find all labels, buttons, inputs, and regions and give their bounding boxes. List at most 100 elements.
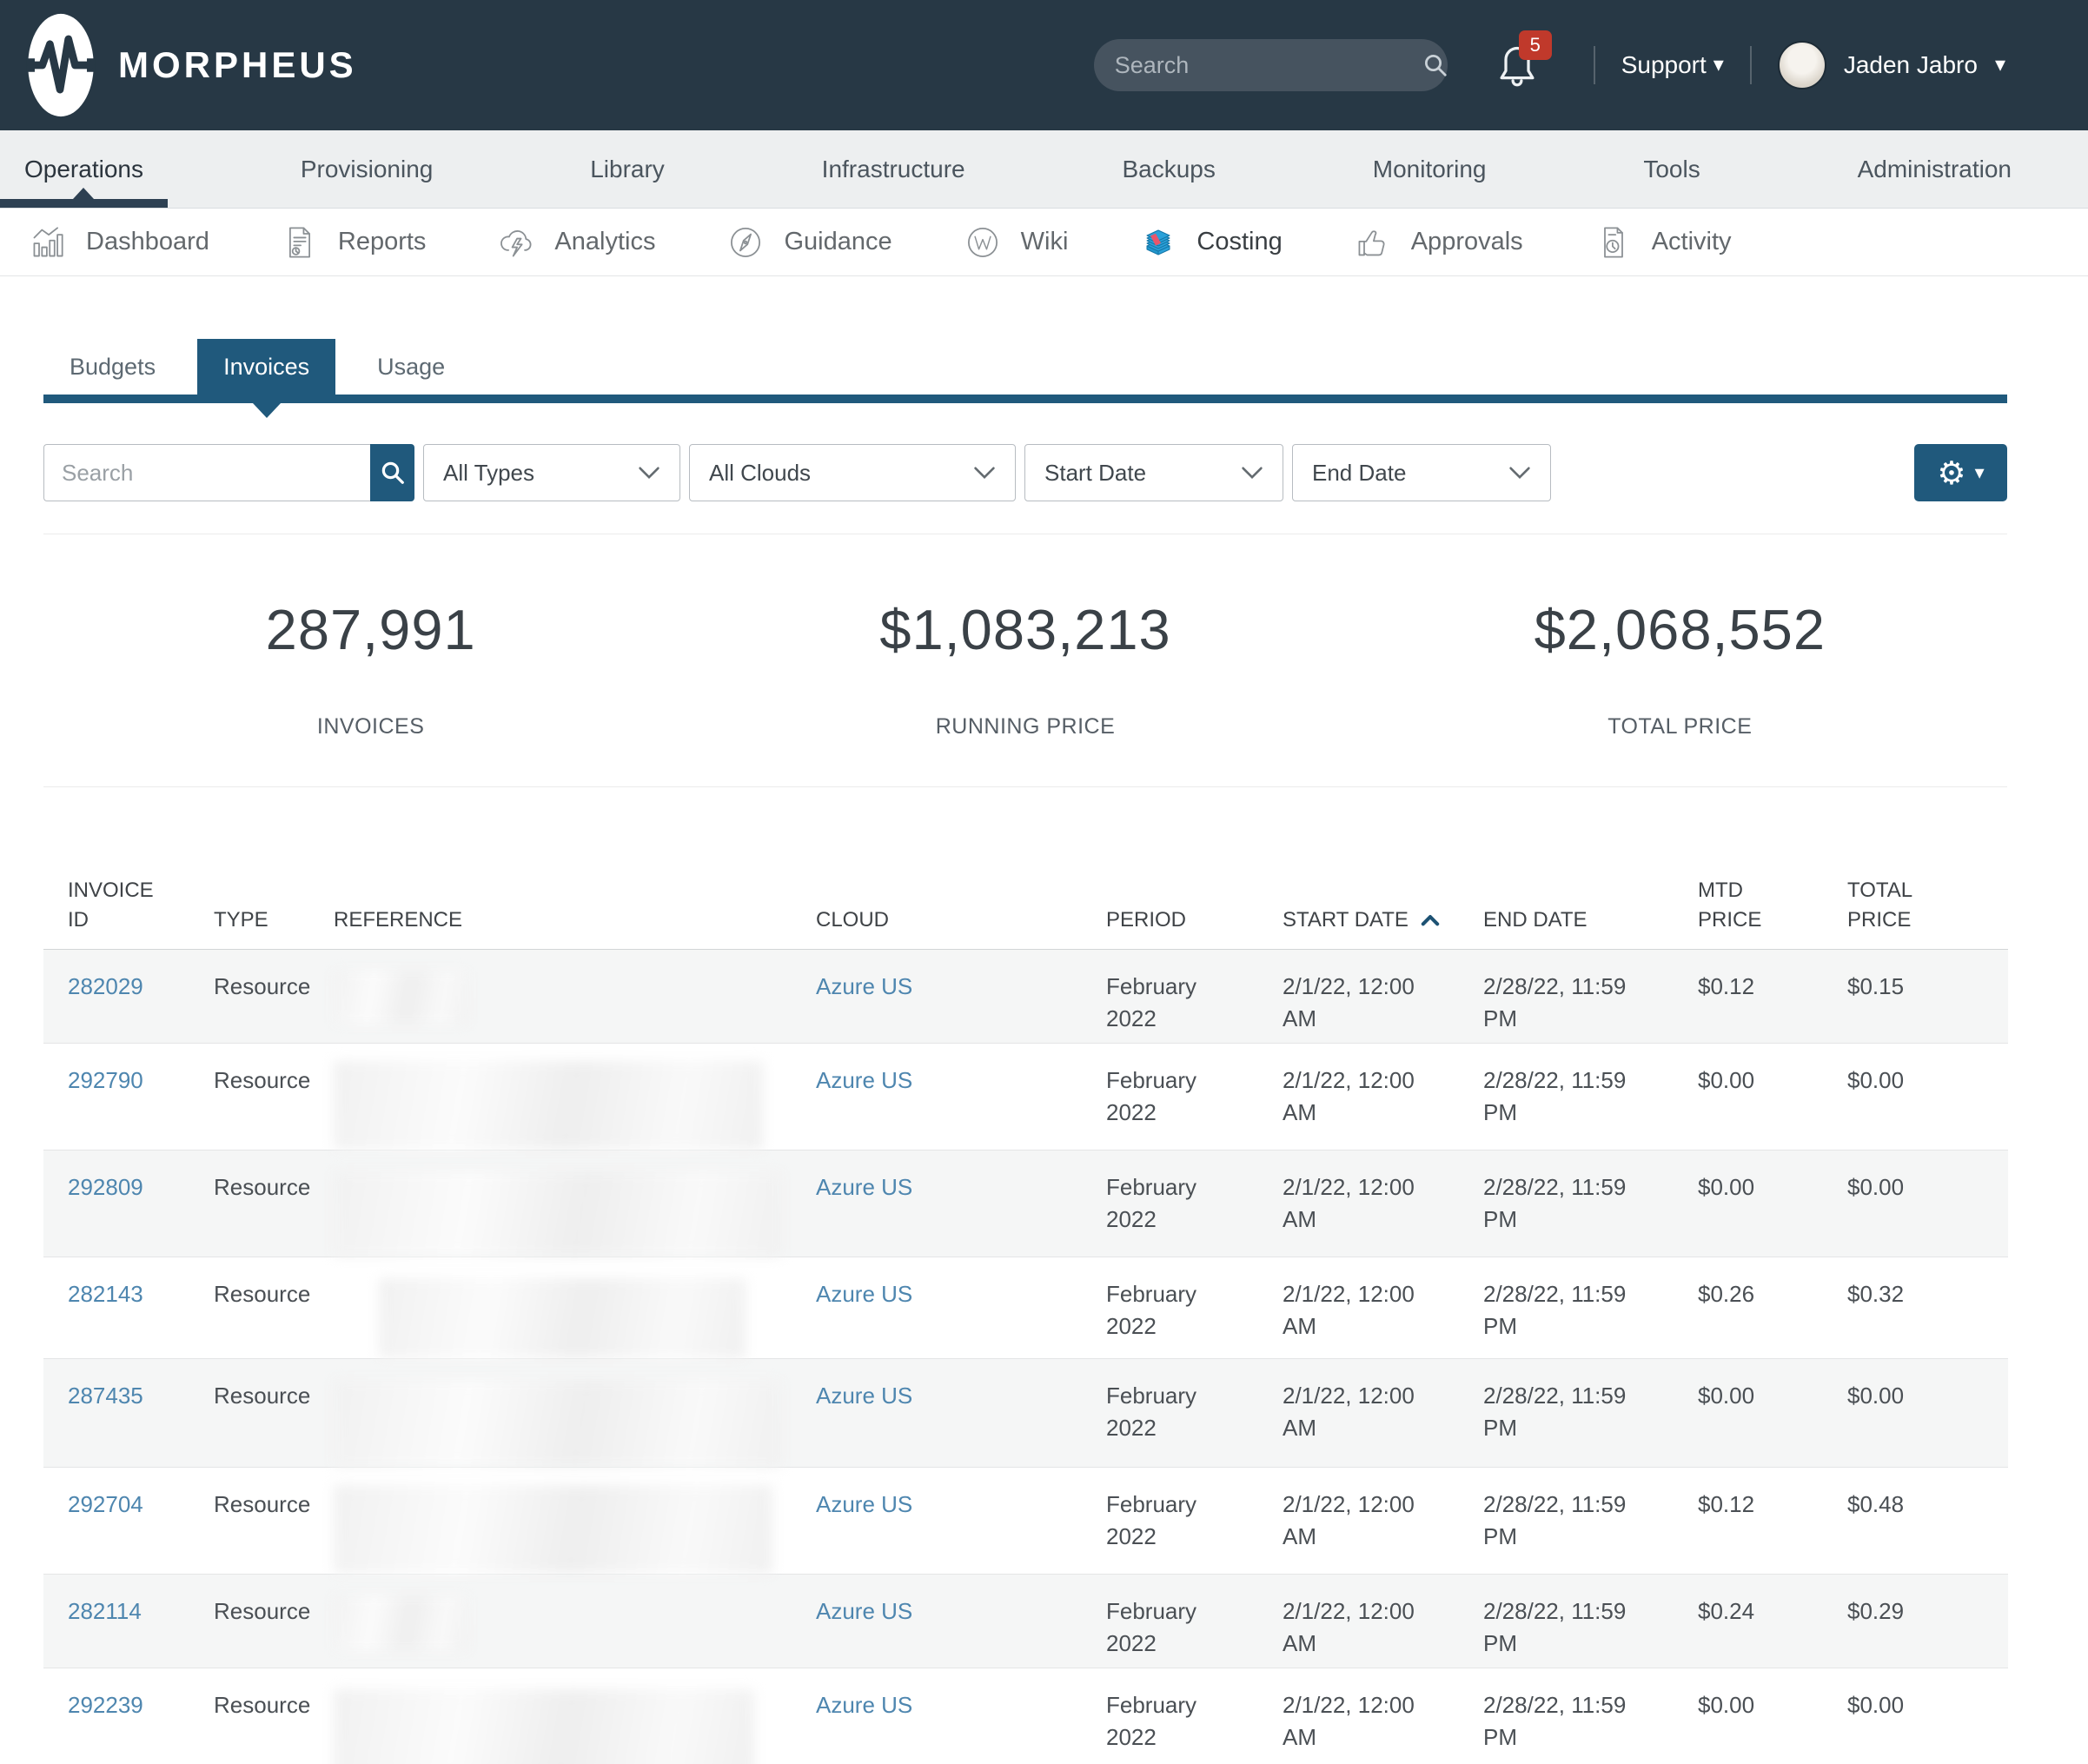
wiki-icon <box>965 225 1000 260</box>
table-row[interactable]: 282029ResourceAzure USFebruary 20222/1/2… <box>43 950 2008 1044</box>
tab-usage[interactable]: Usage <box>351 339 471 395</box>
start-date-cell: 2/1/22, 12:00 AM <box>1283 1575 1483 1668</box>
reports-icon <box>282 225 317 260</box>
invoice-search <box>43 444 414 501</box>
cloud-link[interactable]: Azure US <box>816 1067 912 1093</box>
table-row[interactable]: 282143ResourceAzure USFebruary 20222/1/2… <box>43 1257 2008 1359</box>
main-nav-item-administration[interactable]: Administration <box>1833 130 2036 208</box>
invoice-id-link[interactable]: 292239 <box>68 1692 143 1718</box>
invoice-id-cell: 282143 <box>43 1257 214 1359</box>
main-nav-item-infrastructure[interactable]: Infrastructure <box>798 130 990 208</box>
total-price-cell: $0.29 <box>1847 1575 2008 1668</box>
total-price-cell: $0.00 <box>1847 1668 2008 1764</box>
main-nav-item-library[interactable]: Library <box>566 130 689 208</box>
mtd-price-cell: $0.12 <box>1698 950 1847 1044</box>
cloud-link[interactable]: Azure US <box>816 1491 912 1517</box>
tab-budgets[interactable]: Budgets <box>43 339 182 395</box>
sub-nav-item-reports[interactable]: Reports <box>282 225 427 260</box>
main-nav-item-operations[interactable]: Operations <box>0 130 168 208</box>
column-header-invoice_id[interactable]: INVOICEID <box>43 876 214 950</box>
brand[interactable]: MORPHEUS <box>26 12 357 118</box>
invoice-id-cell: 292809 <box>43 1151 214 1257</box>
sub-nav-item-activity[interactable]: Activity <box>1596 225 1732 260</box>
redacted-reference <box>334 1689 754 1764</box>
invoice-search-input[interactable] <box>43 444 370 501</box>
cloud-link[interactable]: Azure US <box>816 1281 912 1307</box>
search-button[interactable] <box>370 444 414 501</box>
user-menu[interactable]: Jaden Jabro ▾ <box>1778 41 2005 90</box>
invoice-id-cell: 282114 <box>43 1575 214 1668</box>
cloud-link[interactable]: Azure US <box>816 973 912 999</box>
start-date-filter-select[interactable]: Start Date <box>1024 444 1283 501</box>
column-header-period[interactable]: PERIOD <box>1106 876 1283 950</box>
cloud-link[interactable]: Azure US <box>816 1174 912 1200</box>
end-date-filter-select[interactable]: End Date <box>1292 444 1551 501</box>
column-header-mtd_price[interactable]: MTDPRICE <box>1698 876 1847 950</box>
stat-label: TOTAL PRICE <box>1353 714 2007 739</box>
cloud-link[interactable]: Azure US <box>816 1692 912 1718</box>
mtd-price-cell: $0.12 <box>1698 1468 1847 1575</box>
chevron-down-icon <box>1508 466 1531 480</box>
invoice-id-link[interactable]: 292790 <box>68 1067 143 1093</box>
reference-cell <box>334 1575 816 1668</box>
sub-nav-label: Costing <box>1196 228 1282 256</box>
type-filter-select[interactable]: All Types <box>423 444 680 501</box>
table-row[interactable]: 292704ResourceAzure USFebruary 20222/1/2… <box>43 1468 2008 1575</box>
invoice-id-link[interactable]: 292809 <box>68 1174 143 1200</box>
stat-label: INVOICES <box>43 714 698 739</box>
main-nav-item-tools[interactable]: Tools <box>1619 130 1724 208</box>
table-row[interactable]: 282114ResourceAzure USFebruary 20222/1/2… <box>43 1575 2008 1668</box>
sub-nav-item-wiki[interactable]: Wiki <box>965 225 1069 260</box>
sub-nav-label: Guidance <box>784 228 892 256</box>
end-date-filter-value: End Date <box>1312 460 1406 487</box>
type-cell: Resource <box>214 1044 334 1151</box>
redacted-reference <box>334 971 468 1025</box>
sub-nav-item-costing[interactable]: Costing <box>1141 225 1282 260</box>
stats-panel: 287,991INVOICES$1,083,213RUNNING PRICE$2… <box>43 534 2007 787</box>
table-row[interactable]: 292809ResourceAzure USFebruary 20222/1/2… <box>43 1151 2008 1257</box>
column-header-type[interactable]: TYPE <box>214 876 334 950</box>
table-row[interactable]: 292239ResourceAzure USFebruary 20222/1/2… <box>43 1668 2008 1764</box>
sub-nav-item-approvals[interactable]: Approvals <box>1356 225 1523 260</box>
main-nav-label: Administration <box>1858 156 2012 183</box>
cloud-filter-select[interactable]: All Clouds <box>689 444 1016 501</box>
column-header-start_date[interactable]: START DATE <box>1283 876 1483 950</box>
analytics-icon <box>499 225 534 260</box>
cloud-cell: Azure US <box>816 1151 1106 1257</box>
cloud-link[interactable]: Azure US <box>816 1383 912 1409</box>
sort-ascending-icon <box>1409 908 1440 932</box>
global-search-input[interactable] <box>1115 52 1422 79</box>
redacted-reference <box>334 1380 781 1467</box>
invoice-id-cell: 292704 <box>43 1468 214 1575</box>
invoices-table: INVOICEIDTYPEREFERENCECLOUDPERIODSTART D… <box>43 876 2008 1764</box>
main-nav-item-backups[interactable]: Backups <box>1097 130 1239 208</box>
sub-nav-item-guidance[interactable]: Guidance <box>728 225 892 260</box>
end-date-cell: 2/28/22, 11:59 PM <box>1483 1359 1698 1468</box>
global-search <box>1094 39 1448 91</box>
period-cell: February 2022 <box>1106 1468 1283 1575</box>
cloud-link[interactable]: Azure US <box>816 1598 912 1624</box>
column-header-reference[interactable]: REFERENCE <box>334 876 816 950</box>
type-cell: Resource <box>214 1575 334 1668</box>
tab-invoices[interactable]: Invoices <box>197 339 335 395</box>
main-nav-item-provisioning[interactable]: Provisioning <box>276 130 458 208</box>
search-icon[interactable] <box>1422 52 1448 78</box>
invoice-id-link[interactable]: 282114 <box>68 1598 142 1624</box>
invoice-id-link[interactable]: 282029 <box>68 973 143 999</box>
sub-nav-item-analytics[interactable]: Analytics <box>499 225 655 260</box>
invoice-id-link[interactable]: 287435 <box>68 1383 143 1409</box>
tab-label: Budgets <box>70 354 156 381</box>
column-header-cloud[interactable]: CLOUD <box>816 876 1106 950</box>
table-row[interactable]: 287435ResourceAzure USFebruary 20222/1/2… <box>43 1359 2008 1468</box>
column-header-end_date[interactable]: END DATE <box>1483 876 1698 950</box>
invoice-id-link[interactable]: 292704 <box>68 1491 143 1517</box>
support-menu[interactable]: Support ▾ <box>1621 51 1724 79</box>
main-nav-item-monitoring[interactable]: Monitoring <box>1349 130 1511 208</box>
table-settings-button[interactable]: ⚙ ▾ <box>1914 444 2007 501</box>
column-header-total_price[interactable]: TOTALPRICE <box>1847 876 2008 950</box>
period-cell: February 2022 <box>1106 1257 1283 1359</box>
sub-nav-item-dashboard[interactable]: Dashboard <box>30 225 209 260</box>
notifications-button[interactable]: 5 <box>1498 43 1536 88</box>
table-row[interactable]: 292790ResourceAzure USFebruary 20222/1/2… <box>43 1044 2008 1151</box>
invoice-id-link[interactable]: 282143 <box>68 1281 143 1307</box>
